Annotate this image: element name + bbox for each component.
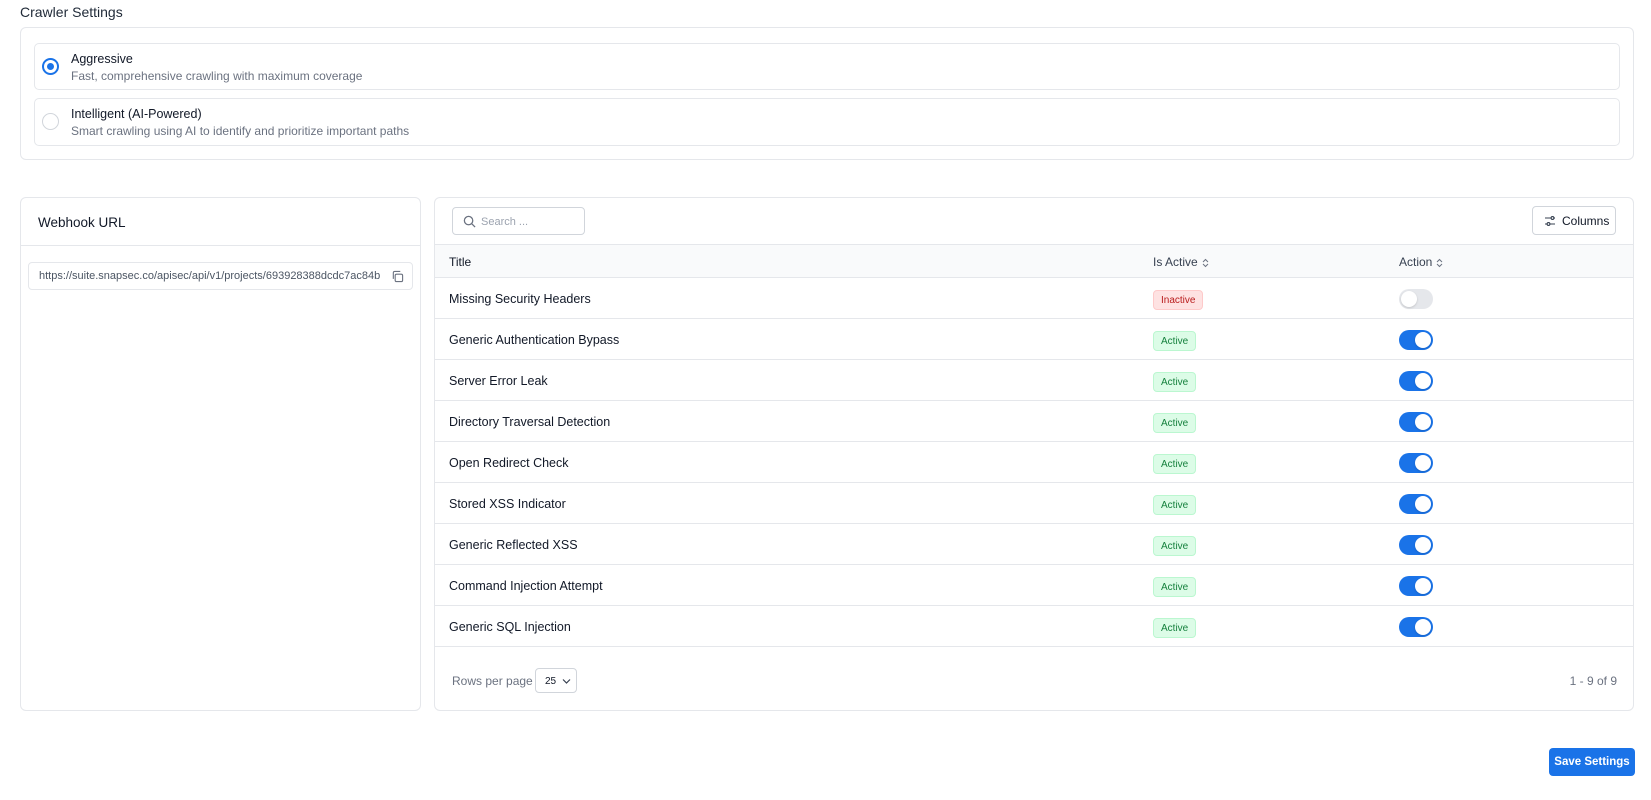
toggle-knob [1415,414,1431,430]
rows-per-page-value: 25 [545,676,557,687]
row-title: Missing Security Headers [449,292,591,306]
enable-toggle[interactable] [1399,371,1433,391]
status-badge: Active [1153,495,1197,515]
status-badge: Active [1153,454,1197,474]
table-row: Server Error Leak Active [435,360,1633,401]
option-label: Aggressive [71,52,133,66]
header-action-label: Action [1399,255,1433,269]
enable-toggle[interactable] [1399,412,1433,432]
webhook-card: Webhook URL https://suite.snapsec.co/api… [20,197,421,711]
enable-toggle[interactable] [1399,494,1433,514]
copy-icon[interactable] [391,270,404,283]
status-badge: Active [1153,618,1197,638]
enable-toggle[interactable] [1399,617,1433,637]
status-badge: Active [1153,331,1197,351]
header-is-active[interactable]: Is Active [1153,255,1209,269]
toggle-knob [1415,619,1431,635]
table-row: Generic Reflected XSS Active [435,524,1633,565]
webhook-url-field[interactable]: https://suite.snapsec.co/apisec/api/v1/p… [28,262,413,290]
row-title: Open Redirect Check [449,456,569,470]
crawler-settings-title: Crawler Settings [20,4,123,20]
columns-label: Columns [1562,214,1610,228]
status-badge: Active [1153,577,1197,597]
header-title[interactable]: Title [449,255,471,269]
toggle-knob [1415,332,1431,348]
row-title: Generic SQL Injection [449,620,571,634]
sliders-icon [1545,216,1555,226]
toggle-knob [1415,373,1431,389]
row-title: Stored XSS Indicator [449,497,566,511]
toggle-knob [1401,291,1417,307]
enable-toggle[interactable] [1399,330,1433,350]
search-input[interactable] [481,213,581,230]
table-row: Generic Authentication Bypass Active [435,319,1633,360]
table-row: Generic SQL Injection Active [435,606,1633,647]
search-icon [463,215,476,228]
webhook-title: Webhook URL [21,198,420,246]
rows-per-page-label: Rows per page [452,674,533,688]
radio-intelligent[interactable] [42,113,59,130]
rules-table-card: Columns Title Is Active Action Missing S… [434,197,1634,711]
option-description: Smart crawling using AI to identify and … [71,124,410,138]
row-title: Generic Authentication Bypass [449,333,620,347]
table-header: Title Is Active Action [435,244,1633,278]
option-label: Intelligent (AI-Powered) [71,107,202,121]
table-row: Command Injection Attempt Active [435,565,1633,606]
row-title: Command Injection Attempt [449,579,603,593]
status-badge: Active [1153,413,1197,433]
enable-toggle[interactable] [1399,453,1433,473]
toggle-knob [1415,578,1431,594]
toggle-knob [1415,496,1431,512]
table-row: Open Redirect Check Active [435,442,1633,483]
crawler-option-intelligent[interactable]: Intelligent (AI-Powered) Smart crawling … [34,98,1620,146]
webhook-url-value: https://suite.snapsec.co/apisec/api/v1/p… [39,270,381,282]
header-action[interactable]: Action [1399,255,1443,269]
crawler-option-aggressive[interactable]: Aggressive Fast, comprehensive crawling … [34,43,1620,90]
crawler-options-group: Aggressive Fast, comprehensive crawling … [20,27,1634,160]
row-title: Directory Traversal Detection [449,415,611,429]
enable-toggle[interactable] [1399,535,1433,555]
option-description: Fast, comprehensive crawling with maximu… [71,69,363,83]
save-settings-button[interactable]: Save Settings [1549,748,1635,776]
sort-icon[interactable] [1436,258,1443,268]
sort-icon[interactable] [1202,258,1209,268]
status-badge: Active [1153,536,1197,556]
toggle-knob [1415,537,1431,553]
radio-aggressive[interactable] [42,58,59,75]
row-title: Server Error Leak [449,374,548,388]
columns-button[interactable]: Columns [1532,206,1616,235]
table-row: Missing Security Headers Inactive [435,278,1633,319]
toggle-knob [1415,455,1431,471]
chevron-down-icon [562,679,571,684]
row-title: Generic Reflected XSS [449,538,578,552]
table-row: Directory Traversal Detection Active [435,401,1633,442]
rows-per-page-select[interactable]: 25 [535,668,577,693]
enable-toggle[interactable] [1399,576,1433,596]
status-badge: Active [1153,372,1197,392]
status-badge: Inactive [1153,290,1204,310]
search-box[interactable] [452,207,585,235]
header-is-active-label: Is Active [1153,255,1198,269]
enable-toggle[interactable] [1399,289,1433,309]
table-row: Stored XSS Indicator Active [435,483,1633,524]
pagination-info: 1 - 9 of 9 [1569,674,1617,688]
